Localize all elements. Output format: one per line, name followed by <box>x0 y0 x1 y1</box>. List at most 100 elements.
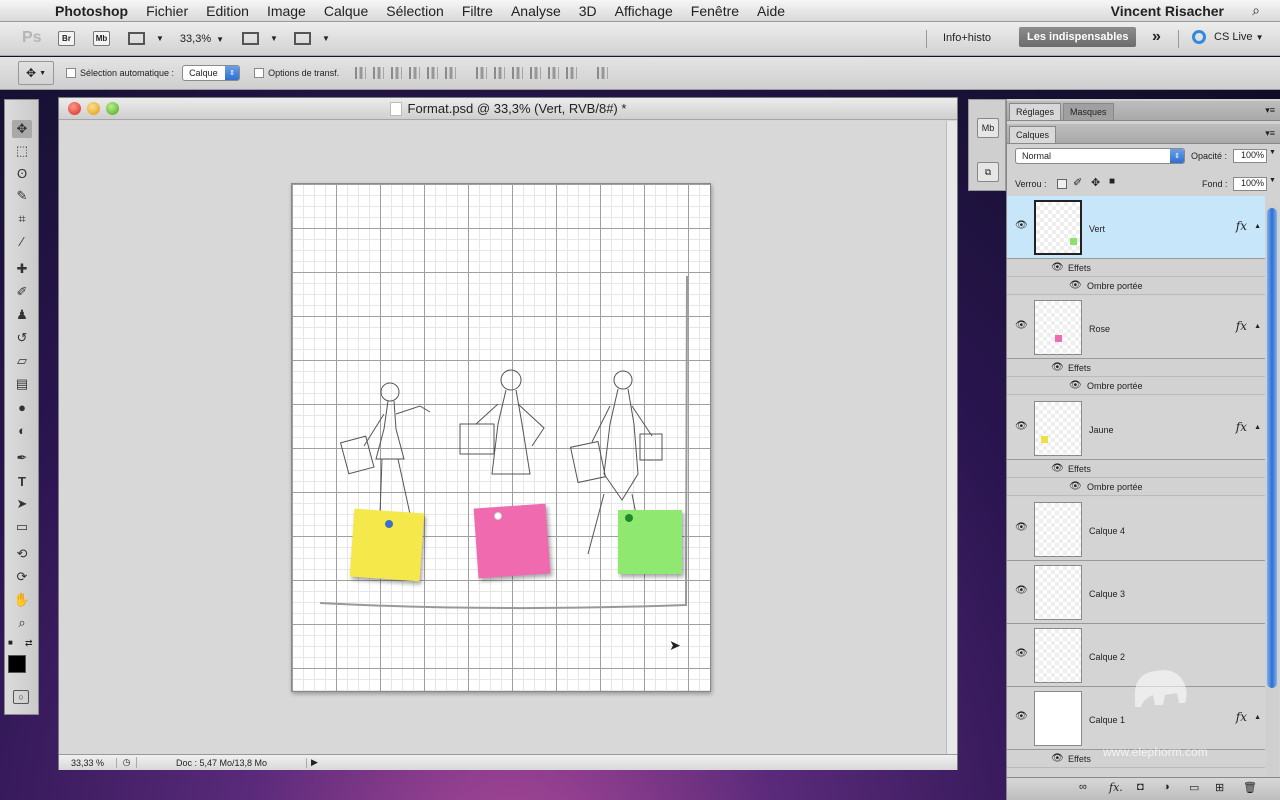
menu-fichier[interactable]: Fichier <box>137 3 197 19</box>
menu-aide[interactable]: Aide <box>748 3 794 19</box>
eye-visibility-icon[interactable]: 👁 <box>1051 262 1064 273</box>
eye-visibility-icon[interactable]: 👁 <box>1051 463 1064 474</box>
zoom-tool-icon[interactable]: ⌕ <box>12 614 32 632</box>
link-layers-icon[interactable]: ∞ <box>1079 781 1087 793</box>
vertical-scrollbar[interactable] <box>946 121 957 754</box>
pen-tool-icon[interactable]: ✒ <box>12 449 32 467</box>
layer-name[interactable]: Calque 3 <box>1089 589 1125 599</box>
effects-row[interactable]: 👁 Effets <box>1007 259 1265 277</box>
layer-name[interactable]: Jaune <box>1089 425 1114 435</box>
distribute-vcenter-icon[interactable] <box>494 67 506 79</box>
eye-visibility-icon[interactable]: 👁 <box>1015 522 1028 533</box>
eye-visibility-icon[interactable]: 👁 <box>1015 711 1028 722</box>
workspace-indispensables[interactable]: Les indispensables <box>1019 27 1137 47</box>
3d-rotate-tool-icon[interactable]: ⟲ <box>12 545 32 563</box>
layer-name[interactable]: Calque 2 <box>1089 652 1125 662</box>
more-workspaces-icon[interactable]: » <box>1152 28 1161 46</box>
lasso-tool-icon[interactable]: ʘ <box>12 164 32 182</box>
gradient-tool-icon[interactable]: ▤ <box>12 375 32 393</box>
minibridge-button[interactable]: Mb <box>93 31 110 46</box>
minimize-window-button[interactable] <box>87 102 100 115</box>
menu-app-photoshop[interactable]: Photoshop <box>46 3 137 19</box>
layer-row-calque-3[interactable]: 👁 Calque 3 <box>1007 561 1265 624</box>
zoom-window-button[interactable] <box>106 102 119 115</box>
layers-scrollbar[interactable] <box>1266 205 1279 787</box>
eye-visibility-icon[interactable]: 👁 <box>1069 380 1082 391</box>
tab-calques[interactable]: Calques <box>1009 126 1057 143</box>
status-info-icon[interactable]: ◷ <box>117 757 137 768</box>
distribute-left-icon[interactable] <box>530 67 542 79</box>
align-bottom-icon[interactable] <box>391 67 403 79</box>
expand-effects-icon[interactable]: ▲ <box>1254 323 1261 330</box>
distribute-top-icon[interactable] <box>476 67 488 79</box>
marquee-tool-icon[interactable]: ⬚ <box>12 142 32 160</box>
screen-mode-button[interactable]: ▼ <box>293 32 330 45</box>
menu-analyse[interactable]: Analyse <box>502 3 570 19</box>
eye-visibility-icon[interactable]: 👁 <box>1015 320 1028 331</box>
zoom-level-select[interactable]: 33,3% ▼ <box>180 33 224 45</box>
layer-fx-icon[interactable]: fx <box>1236 420 1247 434</box>
eraser-tool-icon[interactable]: ▱ <box>12 352 32 370</box>
lock-transparency-icon[interactable] <box>1057 179 1067 189</box>
layer-name[interactable]: Vert <box>1089 224 1105 234</box>
history-panel-icon[interactable]: ⧉ <box>977 162 999 182</box>
layer-fx-icon[interactable]: fx <box>1236 219 1247 233</box>
move-tool-icon[interactable]: ✥ <box>12 120 32 138</box>
hand-tool-icon[interactable]: ✋ <box>12 591 32 609</box>
expand-effects-icon[interactable]: ▲ <box>1254 714 1261 721</box>
layer-row-calque-4[interactable]: 👁 Calque 4 <box>1007 498 1265 561</box>
transform-controls-checkbox[interactable] <box>254 68 265 78</box>
eye-visibility-icon[interactable]: 👁 <box>1051 362 1064 373</box>
history-brush-tool-icon[interactable]: ↺ <box>12 329 32 347</box>
lock-pixels-brush-icon[interactable]: ✐ <box>1073 176 1082 189</box>
tool-preset-picker[interactable]: ✥ ▼ <box>18 61 54 85</box>
effect-drop-shadow-row[interactable]: 👁 Ombre portée <box>1007 478 1265 496</box>
menu-edition[interactable]: Edition <box>197 3 258 19</box>
close-window-button[interactable] <box>68 102 81 115</box>
effects-row[interactable]: 👁 Effets <box>1007 460 1265 478</box>
shape-tool-icon[interactable]: ▭ <box>12 518 32 536</box>
bridge-button[interactable]: Br <box>58 31 75 46</box>
layer-name[interactable]: Calque 1 <box>1089 715 1125 725</box>
effects-row[interactable]: 👁 Effets <box>1007 359 1265 377</box>
panel-menu-icon[interactable]: ▾≡ <box>1265 128 1275 139</box>
distribute-hcenter-icon[interactable] <box>548 67 560 79</box>
quick-selection-tool-icon[interactable]: ✎ <box>12 187 32 205</box>
eye-visibility-icon[interactable]: 👁 <box>1069 481 1082 492</box>
auto-select-target-select[interactable]: Calque ⇕ <box>182 65 241 81</box>
expand-effects-icon[interactable]: ▲ <box>1254 223 1261 230</box>
arrange-documents-button[interactable]: ▼ <box>242 32 278 45</box>
menu-affichage[interactable]: Affichage <box>606 3 682 19</box>
quick-mask-icon[interactable]: ○ <box>13 690 29 704</box>
auto-select-checkbox[interactable] <box>66 68 76 78</box>
document-canvas[interactable] <box>291 183 711 692</box>
scrollbar-thumb[interactable] <box>1267 208 1277 688</box>
expand-effects-icon[interactable]: ▲ <box>1254 424 1261 431</box>
menu-image[interactable]: Image <box>258 3 315 19</box>
menu-filtre[interactable]: Filtre <box>453 3 502 19</box>
align-vcenter-icon[interactable] <box>373 67 385 79</box>
blur-tool-icon[interactable]: ● <box>12 398 32 416</box>
layer-row-rose[interactable]: 👁 Rose fx ▲ <box>1007 296 1265 359</box>
trash-icon[interactable]: 🗑 <box>1243 781 1257 794</box>
new-group-icon[interactable]: ▭ <box>1189 781 1199 794</box>
dodge-tool-icon[interactable]: ◐ <box>12 421 32 439</box>
swap-colors-icon[interactable]: ⇄ <box>25 638 33 649</box>
fill-input[interactable]: 100% <box>1233 177 1267 191</box>
distribute-right-icon[interactable] <box>566 67 578 79</box>
menu-3d[interactable]: 3D <box>570 3 606 19</box>
lock-all-icon[interactable]: ■ <box>1109 176 1115 187</box>
pink-sticky-note[interactable] <box>473 503 551 579</box>
clone-stamp-tool-icon[interactable]: ♟ <box>12 306 32 324</box>
eye-visibility-icon[interactable]: 👁 <box>1015 648 1028 659</box>
tab-masques[interactable]: Masques <box>1063 103 1114 120</box>
workspace-info-histo[interactable]: Info+histo <box>943 32 991 44</box>
eye-visibility-icon[interactable]: 👁 <box>1051 753 1064 764</box>
eye-visibility-icon[interactable]: 👁 <box>1015 421 1028 432</box>
user-name[interactable]: Vincent Risacher <box>1111 3 1224 19</box>
status-menu-arrow-icon[interactable]: ▶ <box>311 757 318 768</box>
brush-tool-icon[interactable]: ✐ <box>12 283 32 301</box>
lock-position-icon[interactable]: ✥ <box>1091 176 1100 189</box>
eye-visibility-icon[interactable]: 👁 <box>1069 280 1082 291</box>
align-hcenter-icon[interactable] <box>427 67 439 79</box>
